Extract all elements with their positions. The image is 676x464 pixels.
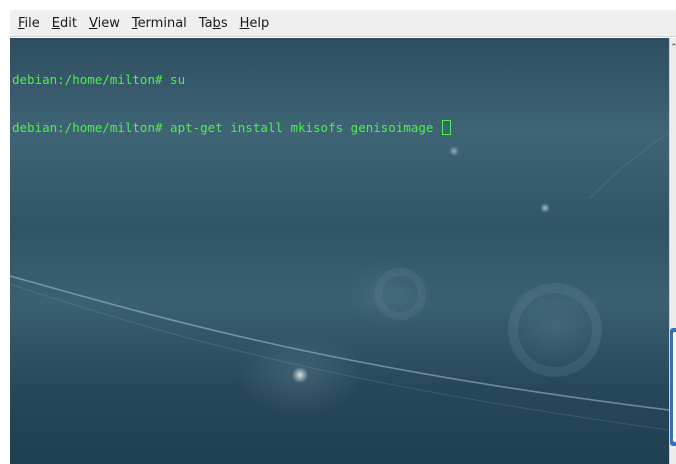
chevron-up-icon[interactable]: ⌃ [670, 44, 676, 53]
shell-prompt: debian:/home/milton# [12, 120, 171, 135]
wallpaper-glow-medium [540, 203, 550, 213]
menu-view[interactable]: View [89, 16, 120, 31]
menu-tabs[interactable]: Tabs [199, 16, 228, 31]
shell-command: apt-get install mkisofs genisoimage [170, 120, 441, 135]
terminal-window: File Edit View Terminal Tabs Help debian… [0, 0, 676, 464]
shell-command: su [170, 72, 186, 87]
menu-edit[interactable]: Edit [52, 16, 77, 31]
scrollbar-thumb[interactable] [670, 328, 676, 446]
vertical-scrollbar[interactable]: ⌃ [669, 38, 676, 464]
shell-prompt: debian:/home/milton# [12, 72, 171, 87]
wallpaper-arc [589, 133, 669, 199]
wallpaper-glow-large [292, 367, 308, 383]
terminal-line: debian:/home/milton# apt-get install mki… [12, 120, 451, 136]
menu-file[interactable]: File [18, 16, 40, 31]
text-cursor [441, 120, 451, 135]
menu-terminal[interactable]: Terminal [132, 16, 187, 31]
wallpaper-ring-small [374, 268, 426, 320]
wallpaper-ring [508, 283, 602, 377]
menu-help[interactable]: Help [240, 16, 270, 31]
menu-bar: File Edit View Terminal Tabs Help [10, 10, 676, 37]
terminal-output-area[interactable]: debian:/home/milton# su debian:/home/mil… [10, 38, 669, 464]
wallpaper-swoosh-line-faint [10, 283, 669, 431]
terminal-lines: debian:/home/milton# su debian:/home/mil… [12, 40, 451, 168]
terminal-line: debian:/home/milton# su [12, 72, 451, 88]
